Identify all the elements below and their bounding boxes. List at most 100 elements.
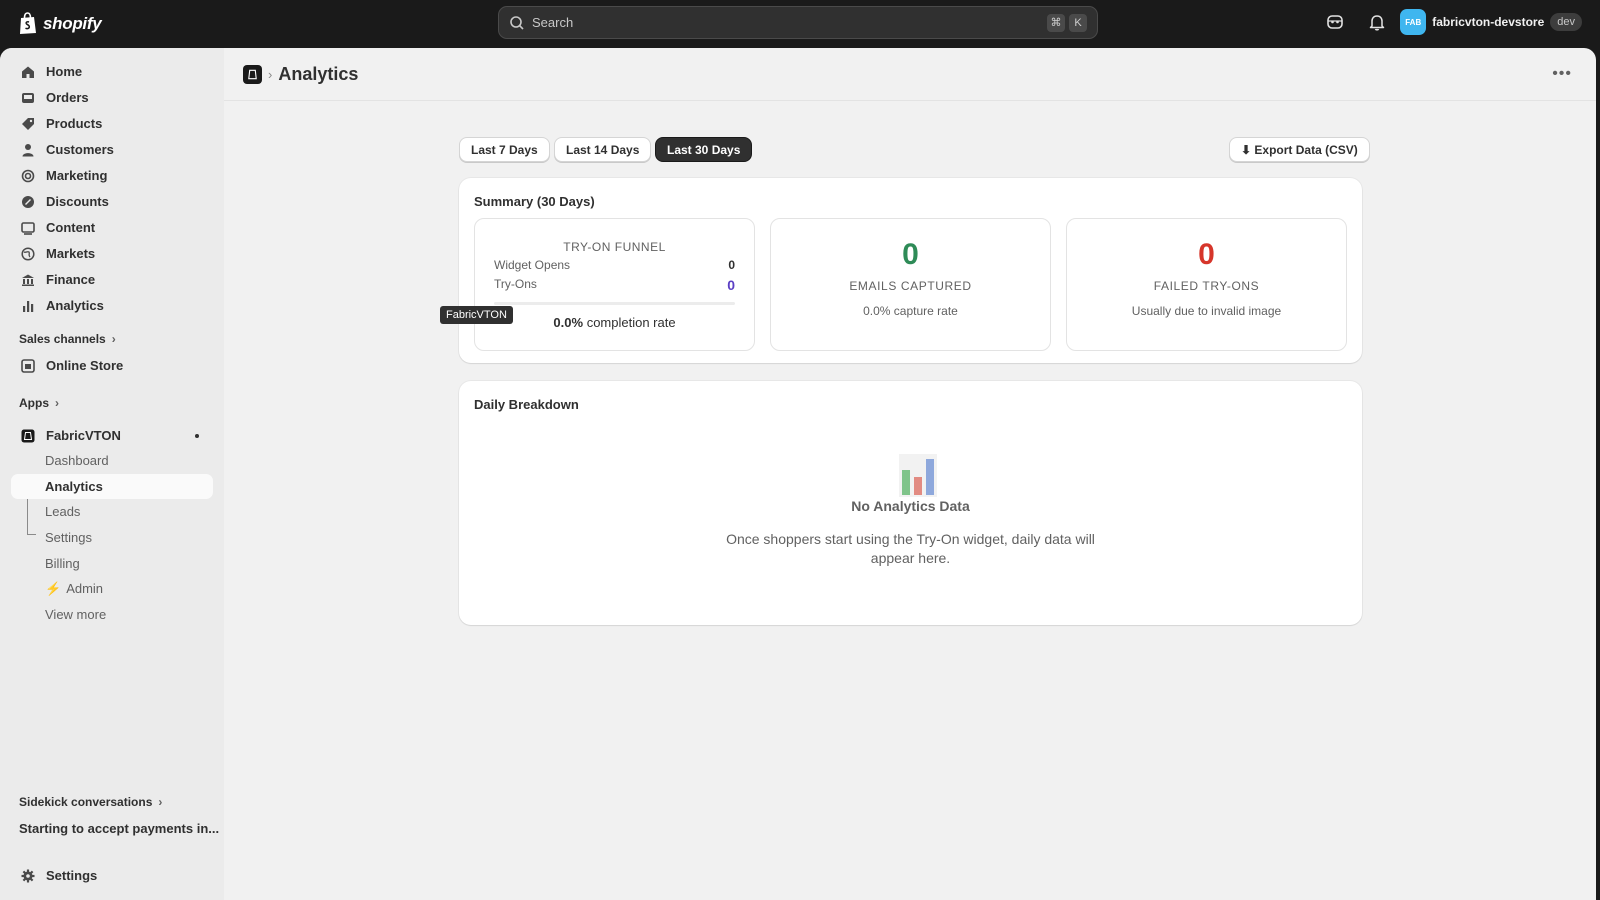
pinned-dot-icon <box>195 434 199 438</box>
sidebar-item-online-store[interactable]: Online Store <box>11 353 213 378</box>
top-bar: shopify Search ⌘ K FAB fabricvton-devsto… <box>0 0 1600 48</box>
sidebar-item-home[interactable]: Home <box>11 59 213 84</box>
sidebar-item-label: Content <box>46 220 96 235</box>
sidebar-item-customers[interactable]: Customers <box>11 137 213 162</box>
shopify-logo[interactable]: shopify <box>18 12 102 35</box>
range-30-days-button[interactable]: Last 30 Days <box>655 137 753 162</box>
shortcut-key-k: K <box>1069 13 1087 32</box>
search-input[interactable]: Search ⌘ K <box>498 6 1098 39</box>
widget-opens-value: 0 <box>728 258 735 272</box>
sidebar-item-label: Online Store <box>46 358 124 373</box>
daily-breakdown-card: Daily Breakdown No Analytics Data Once s… <box>459 381 1362 625</box>
sidebar-item-label: Settings <box>46 868 98 883</box>
empty-state-text: Once shoppers start using the Try-On wid… <box>726 531 1095 566</box>
summary-title: Summary (30 Days) <box>474 194 595 209</box>
discount-icon <box>20 194 36 210</box>
bank-icon <box>20 272 36 288</box>
sidebar-item-discounts[interactable]: Discounts <box>11 189 213 214</box>
apps-label: Apps <box>19 396 49 410</box>
gear-icon <box>20 868 36 884</box>
content-icon <box>20 220 36 236</box>
sidebar-item-orders[interactable]: Orders <box>11 85 213 110</box>
sidebar-item-settings[interactable]: Settings <box>11 863 213 888</box>
sidebar-subitem-dashboard[interactable]: Dashboard <box>11 448 213 473</box>
export-csv-button[interactable]: ⬇ Export Data (CSV) <box>1229 137 1370 162</box>
header-divider <box>224 100 1596 101</box>
sidebar-item-label: Home <box>46 64 83 79</box>
dev-badge: dev <box>1550 13 1582 31</box>
sidebar-item-label: FabricVTON <box>46 428 121 443</box>
shopify-wordmark: shopify <box>43 13 102 33</box>
failed-tryons-value: 0 <box>1198 238 1215 271</box>
range-14-days-button[interactable]: Last 14 Days <box>554 137 652 162</box>
sidebar-subitem-leads[interactable]: Leads <box>11 499 213 524</box>
chevron-right-icon: › <box>158 795 163 809</box>
tryon-funnel-card: TRY-ON FUNNEL Widget Opens 0 Try-Ons 0 0… <box>474 218 755 351</box>
emails-captured-card: 0 EMAILS CAPTURED 0.0% capture rate <box>770 218 1051 351</box>
sales-channels-label: Sales channels <box>19 332 106 346</box>
failed-tryons-note: Usually due to invalid image <box>1131 304 1282 318</box>
sidebar-item-content[interactable]: Content <box>11 215 213 240</box>
bar-chart-empty-icon <box>899 454 937 497</box>
tryons-row: Try-Ons 0 <box>494 277 735 293</box>
completion-rate: 0.0% completion rate <box>475 315 754 330</box>
apps-header[interactable]: Apps › <box>19 396 59 410</box>
shopify-bag-icon <box>20 12 36 34</box>
sidebar-item-finance[interactable]: Finance <box>11 267 213 292</box>
search-placeholder: Search <box>532 15 574 30</box>
sidekick-conversation-item[interactable]: Starting to accept payments in... <box>19 821 219 836</box>
shortcut-key-cmd: ⌘ <box>1047 13 1065 32</box>
more-actions-icon[interactable]: ••• <box>1552 65 1572 83</box>
fabricvton-app-icon <box>20 428 36 444</box>
sidebar-subitem-settings[interactable]: Settings <box>11 525 213 550</box>
sidebar-subitem-label: Settings <box>45 530 92 545</box>
failed-tryons-card: 0 FAILED TRY-ONS Usually due to invalid … <box>1066 218 1347 351</box>
chevron-right-icon: › <box>111 332 116 346</box>
breadcrumb: › Analytics <box>243 64 358 85</box>
store-avatar: FAB <box>1400 9 1427 35</box>
sidekick-icon[interactable] <box>1325 12 1345 32</box>
sidebar-subitem-label: Leads <box>45 504 81 519</box>
summary-card: Summary (30 Days) TRY-ON FUNNEL Widget O… <box>459 178 1362 363</box>
tag-icon <box>20 116 36 132</box>
sales-channels-header[interactable]: Sales channels › <box>19 332 116 346</box>
completion-rate-value: 0.0% <box>553 315 584 330</box>
inbox-icon <box>20 90 36 106</box>
sidebar-item-label: Markets <box>46 246 96 261</box>
sidebar-subitem-billing[interactable]: Billing <box>11 551 213 576</box>
sidebar-item-label: Discounts <box>46 194 109 209</box>
sidebar-subitem-view-more[interactable]: View more <box>11 602 213 627</box>
range-7-days-button[interactable]: Last 7 Days <box>459 137 550 162</box>
sidebar-subitem-analytics[interactable]: Analytics <box>11 474 213 499</box>
sidebar-item-label: Analytics <box>46 298 104 313</box>
sidebar-item-analytics[interactable]: Analytics <box>11 293 213 318</box>
sidebar-subitem-label: Billing <box>45 556 80 571</box>
sidebar-subitem-label: Admin <box>66 581 104 596</box>
sidebar-subitem-admin[interactable]: ⚡ Admin <box>11 576 213 601</box>
widget-opens-row: Widget Opens 0 <box>494 258 735 272</box>
daily-breakdown-title: Daily Breakdown <box>474 397 579 412</box>
sidekick-header[interactable]: Sidekick conversations › <box>19 795 162 809</box>
sidebar-item-marketing[interactable]: Marketing <box>11 163 213 188</box>
globe-icon <box>20 246 36 262</box>
bell-icon[interactable] <box>1367 12 1387 32</box>
bar-chart-icon <box>20 298 36 314</box>
chevron-right-icon: › <box>55 396 59 410</box>
completion-rate-text: completion rate <box>586 315 676 330</box>
sidebar-item-label: Marketing <box>46 168 108 183</box>
sidebar: Home Orders Products Customers Marketing… <box>0 48 224 900</box>
widget-opens-label: Widget Opens <box>494 258 571 272</box>
tooltip: FabricVTON <box>440 306 513 324</box>
fabricvton-app-icon[interactable] <box>243 65 262 84</box>
store-name: fabricvton-devstore <box>1432 15 1545 29</box>
page-title: Analytics <box>278 64 359 84</box>
store-menu[interactable]: FAB fabricvton-devstore dev <box>1400 9 1582 35</box>
sidebar-item-label: Customers <box>46 142 114 157</box>
store-icon <box>20 358 36 374</box>
empty-state-title: No Analytics Data <box>851 498 970 514</box>
sidebar-item-markets[interactable]: Markets <box>11 241 213 266</box>
sidebar-item-fabricvton[interactable]: FabricVTON <box>11 423 213 448</box>
sidebar-item-label: Finance <box>46 272 96 287</box>
sidebar-item-products[interactable]: Products <box>11 111 213 136</box>
lightning-icon: ⚡ <box>45 580 62 596</box>
